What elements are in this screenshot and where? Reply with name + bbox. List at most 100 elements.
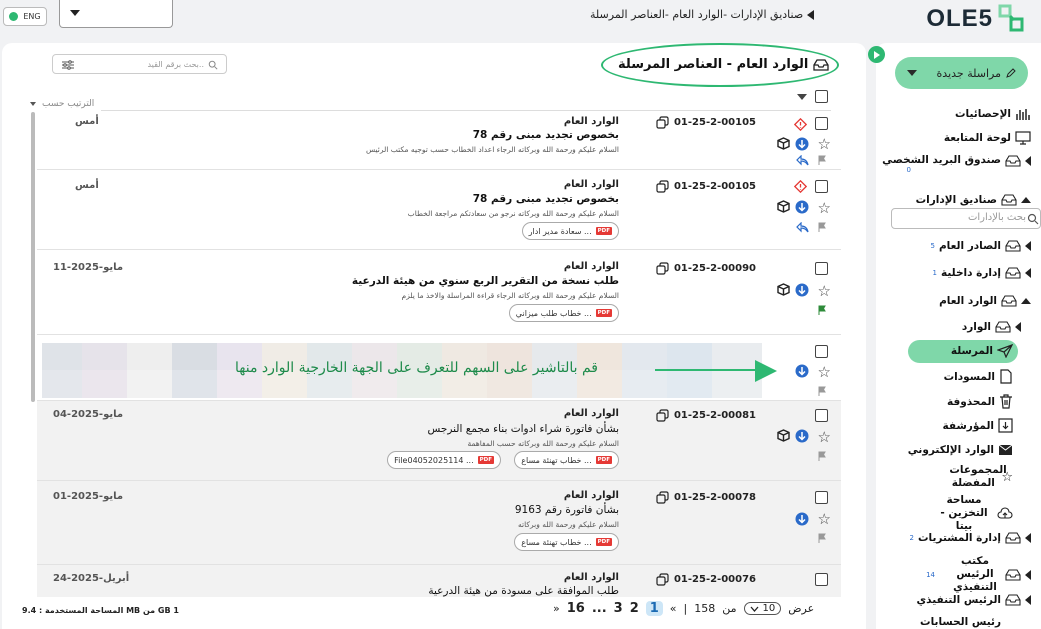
sidebar-item-archived[interactable]: المؤرشفة bbox=[943, 418, 1013, 433]
user-dropdown[interactable] bbox=[59, 0, 173, 28]
row-checkbox[interactable] bbox=[815, 262, 828, 275]
pdf-icon: PDF bbox=[595, 538, 612, 546]
first-page-button[interactable]: « bbox=[670, 602, 677, 615]
per-page-select[interactable]: 10 bbox=[743, 602, 782, 615]
incoming-arrow-icon[interactable] bbox=[795, 200, 809, 214]
flag-icon[interactable] bbox=[817, 386, 827, 396]
caret-left-icon[interactable] bbox=[1025, 532, 1031, 543]
filter-sliders-icon[interactable] bbox=[61, 59, 75, 71]
flag-icon[interactable] bbox=[817, 533, 827, 543]
page-button[interactable]: 2 bbox=[630, 601, 639, 616]
reference-search-input[interactable]: بحث برقم القيد.. bbox=[52, 54, 227, 74]
copy-icon[interactable] bbox=[656, 573, 669, 586]
star-icon[interactable]: ☆ bbox=[818, 199, 831, 217]
attachment-chip[interactable]: خطاب تهنئة مساع ... PDF bbox=[514, 451, 619, 469]
row-checkbox[interactable] bbox=[815, 117, 828, 130]
incoming-arrow-icon[interactable] bbox=[795, 283, 809, 297]
copy-icon[interactable] bbox=[656, 491, 669, 504]
flag-icon[interactable] bbox=[817, 222, 827, 232]
table-row[interactable]: ☆ 01-25-2-00105 الوارد العام بخصوص تجديد… bbox=[37, 170, 841, 250]
sidebar-item-dashboard[interactable]: لوحة المتابعة bbox=[944, 131, 1031, 145]
incoming-arrow-icon[interactable] bbox=[795, 512, 809, 526]
sidebar-item-label: المرسلة bbox=[950, 345, 993, 357]
table-row[interactable]: ☆ 01-25-2-00081 الوارد العام بشأن فاتورة… bbox=[37, 401, 841, 481]
sidebar-item-procurement[interactable]: 2 إدارة المشتريات bbox=[910, 531, 1031, 544]
attachment-chip[interactable]: File04052025114 ... PDF bbox=[387, 451, 501, 469]
sidebar-item-head-of-accounts[interactable]: رئيس الحسابات bbox=[920, 616, 1001, 629]
next-page-button[interactable]: » bbox=[553, 602, 560, 615]
page-button[interactable]: 3 bbox=[614, 601, 623, 616]
star-icon[interactable]: ☆ bbox=[818, 282, 831, 300]
incoming-arrow-icon[interactable] bbox=[795, 137, 809, 151]
copy-icon[interactable] bbox=[656, 116, 669, 129]
sidebar-item-general-incoming[interactable]: الوارد العام bbox=[939, 294, 1031, 307]
copy-icon[interactable] bbox=[656, 262, 669, 275]
new-message-button[interactable]: مراسلة جديدة bbox=[895, 57, 1028, 89]
star-icon[interactable]: ☆ bbox=[818, 135, 831, 153]
star-icon[interactable]: ☆ bbox=[818, 363, 831, 381]
table-row[interactable]: ☆ 01-25-2-00090 الوارد العام طلب نسخة من… bbox=[37, 250, 841, 335]
sidebar-item-department-boxes[interactable]: صناديق الإدارات bbox=[916, 193, 1031, 206]
star-icon[interactable]: ☆ bbox=[818, 428, 831, 446]
sidebar-item-sent[interactable]: المرسلة bbox=[951, 344, 1013, 358]
select-all-checkbox[interactable] bbox=[815, 90, 828, 103]
sidebar-item-incoming[interactable]: الوارد bbox=[962, 320, 1021, 333]
annotation-text: قم بالتاشير على السهم للتعرف على الجهة ا… bbox=[235, 360, 598, 376]
caret-left-icon[interactable] bbox=[1025, 569, 1031, 580]
sidebar-item-storage-beta[interactable]: مساحة التخزين - بيتا bbox=[935, 494, 1013, 533]
copy-icon[interactable] bbox=[656, 409, 669, 422]
search-icon bbox=[1027, 213, 1039, 225]
attachment-chip[interactable]: خطاب تهنئة مساع ... PDF bbox=[514, 533, 619, 551]
table-row[interactable]: 01-25-2-00076 الوارد العام طلب الموافقة … bbox=[37, 565, 841, 597]
caret-left-icon[interactable] bbox=[1025, 594, 1031, 605]
sidebar-item-ceo-office[interactable]: 14 مكتب الرئيس التنفيذي bbox=[926, 555, 1031, 594]
incoming-arrow-icon[interactable] bbox=[795, 364, 809, 378]
page-button[interactable]: 16 bbox=[567, 601, 585, 616]
sidebar-item-favorite-groups[interactable]: المجموعات المفضلة ☆ bbox=[949, 464, 1013, 490]
flag-green-icon[interactable] bbox=[817, 305, 827, 315]
sidebar-item-drafts[interactable]: المسودات bbox=[944, 369, 1013, 384]
row-checkbox[interactable] bbox=[815, 180, 828, 193]
annotation-arrowhead-icon bbox=[755, 360, 777, 382]
inbox-icon bbox=[1005, 267, 1021, 279]
sidebar-item-deleted[interactable]: المحذوفة bbox=[947, 394, 1013, 409]
caret-up-icon[interactable] bbox=[1021, 196, 1031, 203]
sidebar-item-statistics[interactable]: الإحصائيات bbox=[955, 107, 1031, 121]
sidebar-item-label: الوارد bbox=[961, 320, 991, 333]
sidebar-item-ceo[interactable]: الرئيس التنفيذي bbox=[917, 593, 1031, 606]
flag-icon[interactable] bbox=[817, 155, 827, 165]
select-options-caret-icon[interactable] bbox=[797, 94, 807, 100]
caret-left-icon[interactable] bbox=[1025, 156, 1031, 166]
incoming-arrow-icon[interactable] bbox=[795, 429, 809, 443]
row-date: أمس bbox=[75, 180, 99, 191]
flag-icon[interactable] bbox=[817, 451, 827, 461]
attachment-chip[interactable]: سعادة مدير ادار ... PDF bbox=[521, 222, 619, 240]
row-checkbox[interactable] bbox=[815, 491, 828, 504]
star-icon[interactable]: ☆ bbox=[818, 510, 831, 528]
caret-left-icon[interactable] bbox=[1015, 321, 1021, 332]
row-checkbox[interactable] bbox=[815, 345, 828, 358]
caret-up-icon[interactable] bbox=[1021, 297, 1031, 304]
row-checkbox[interactable] bbox=[815, 573, 828, 586]
page-button-active[interactable]: 1 bbox=[645, 601, 663, 616]
sidebar-item-general-outgoing[interactable]: 5 الصادر العام bbox=[931, 239, 1031, 252]
sidebar-item-electronic-incoming[interactable]: الوارد الإلكتروني bbox=[908, 444, 1013, 456]
sort-by-dropdown[interactable]: الترتيب حسب bbox=[30, 99, 94, 109]
language-toggle[interactable]: ENG bbox=[3, 7, 47, 26]
inbox-icon bbox=[1005, 594, 1021, 606]
caret-left-icon[interactable] bbox=[807, 9, 815, 20]
sidebar-item-internal-admin[interactable]: 1 إدارة داخلية bbox=[933, 266, 1031, 279]
sidebar-collapse-button[interactable] bbox=[868, 46, 885, 63]
package-icon bbox=[777, 283, 790, 296]
caret-left-icon[interactable] bbox=[1025, 240, 1031, 251]
copy-icon[interactable] bbox=[656, 180, 669, 193]
table-row[interactable]: ☆ 01-25-2-00078 الوارد العام بشأن فاتورة… bbox=[37, 481, 841, 565]
table-row[interactable]: ☆ 01-25-2-00105 الوارد العام بخصوص تجديد… bbox=[37, 112, 841, 170]
row-date: 24-أبريل-2025 bbox=[53, 573, 130, 584]
attachment-chip[interactable]: خطاب طلب ميزاني ... PDF bbox=[508, 304, 619, 322]
sidebar-item-personal-mailbox[interactable]: صندوق البريد الشخصي 0 bbox=[882, 154, 1031, 174]
list-scrollbar[interactable] bbox=[31, 112, 35, 402]
department-search-input[interactable]: بحث بالإدارات bbox=[891, 208, 1041, 229]
caret-left-icon[interactable] bbox=[1025, 267, 1031, 278]
row-checkbox[interactable] bbox=[815, 409, 828, 422]
